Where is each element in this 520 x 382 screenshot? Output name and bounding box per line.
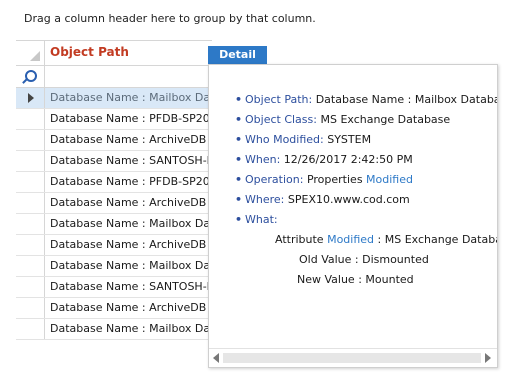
scroll-right-icon[interactable] (485, 353, 491, 363)
row-selector[interactable] (16, 172, 45, 192)
row-selector[interactable] (16, 109, 45, 129)
bullet: • (235, 153, 243, 166)
operation-modified: Modified (366, 173, 413, 186)
object-path-value: Database Name : Mailbox Database (315, 93, 497, 106)
where-value: SPEX10.www.cod.com (287, 193, 410, 206)
row-selector[interactable] (16, 193, 45, 213)
table-row[interactable]: Database Name : PFDB-SP2010 (16, 109, 212, 130)
row-selector[interactable] (16, 130, 45, 150)
bullet: • (235, 173, 243, 186)
old-value: Dismounted (362, 253, 429, 266)
new-value: Mounted (365, 273, 414, 286)
attribute-modified: Modified (327, 233, 375, 246)
table-row[interactable]: Database Name : SANTOSH-IT (16, 277, 212, 298)
object-path-cell: Database Name : Mailbox Database (50, 217, 210, 230)
object-path-cell: Database Name : PFDB-SP2010 (50, 112, 210, 125)
who-modified-line: • Who Modified: SYSTEM (235, 133, 371, 146)
horizontal-scrollbar[interactable] (209, 348, 497, 367)
operation-label: Operation: (245, 173, 304, 186)
when-line: • When: 12/26/2017 2:42:50 PM (235, 153, 413, 166)
bullet: • (235, 93, 243, 106)
object-path-column-header[interactable]: Object Path (50, 45, 129, 59)
select-all-corner[interactable] (16, 41, 45, 65)
group-by-panel-hint: Drag a column header here to group by th… (24, 12, 316, 25)
who-modified-label: Who Modified: (245, 133, 324, 146)
attribute-value: : MS Exchange Database (377, 233, 497, 246)
what-line: • What: (235, 213, 278, 226)
old-value-line: Old Value : Dismounted (299, 253, 429, 266)
attribute-label: Attribute (275, 233, 324, 246)
row-selector[interactable] (16, 319, 45, 339)
table-row[interactable]: Database Name : Mailbox Database (16, 88, 212, 109)
filter-row (16, 65, 212, 88)
row-selector[interactable] (16, 256, 45, 276)
detail-content: • Object Path: Database Name : Mailbox Da… (209, 65, 497, 345)
grid-rows: Database Name : Mailbox Database Database… (16, 88, 212, 340)
who-modified-value: SYSTEM (327, 133, 372, 146)
bullet: • (235, 113, 243, 126)
attribute-line: Attribute Modified : MS Exchange Databas… (275, 233, 497, 246)
row-indicator-icon (28, 93, 34, 103)
object-path-label: Object Path: (245, 93, 313, 106)
detail-tab[interactable]: Detail (208, 46, 267, 64)
new-value-label: New Value : (297, 273, 362, 286)
object-path-cell: Database Name : Mailbox Database (50, 91, 210, 104)
what-label: What: (245, 213, 278, 226)
where-label: Where: (245, 193, 285, 206)
object-path-line: • Object Path: Database Name : Mailbox Da… (235, 93, 497, 106)
table-row[interactable]: Database Name : PFDB-SP2010 (16, 172, 212, 193)
object-path-cell: Database Name : Mailbox Database (50, 322, 210, 335)
row-selector[interactable] (16, 151, 45, 171)
bullet: • (235, 213, 243, 226)
row-selector[interactable] (16, 277, 45, 297)
filter-row-selector (16, 65, 45, 87)
table-row[interactable]: Database Name : ArchiveDB (16, 193, 212, 214)
scroll-left-icon[interactable] (213, 353, 219, 363)
bullet: • (235, 193, 243, 206)
object-path-cell: Database Name : ArchiveDB (50, 196, 207, 209)
grid-header-row: Object Path (16, 40, 212, 66)
object-path-cell: Database Name : SANTOSH-IT (50, 154, 210, 167)
row-selector[interactable] (16, 88, 45, 108)
table-row[interactable]: Database Name : SANTOSH-IT (16, 151, 212, 172)
where-line: • Where: SPEX10.www.cod.com (235, 193, 410, 206)
object-path-cell: Database Name : Mailbox Database (50, 259, 210, 272)
operation-value: Properties (306, 173, 363, 186)
object-path-cell: Database Name : ArchiveDB (50, 301, 207, 314)
table-row[interactable]: Database Name : Mailbox Database (16, 319, 212, 340)
object-path-cell: Database Name : ArchiveDB (50, 238, 207, 251)
object-class-label: Object Class: (245, 113, 317, 126)
new-value-line: New Value : Mounted (297, 273, 414, 286)
row-selector[interactable] (16, 214, 45, 234)
table-row[interactable]: Database Name : Mailbox Database (16, 214, 212, 235)
object-class-line: • Object Class: MS Exchange Database (235, 113, 450, 126)
detail-panel: • Object Path: Database Name : Mailbox Da… (208, 64, 498, 368)
object-path-cell: Database Name : SANTOSH-IT (50, 280, 210, 293)
operation-line: • Operation: Properties Modified (235, 173, 413, 186)
search-icon (25, 70, 37, 82)
table-row[interactable]: Database Name : Mailbox Database (16, 256, 212, 277)
when-value: 12/26/2017 2:42:50 PM (283, 153, 413, 166)
table-row[interactable]: Database Name : ArchiveDB (16, 235, 212, 256)
bullet: • (235, 133, 243, 146)
object-class-value: MS Exchange Database (320, 113, 451, 126)
table-row[interactable]: Database Name : ArchiveDB (16, 298, 212, 319)
row-selector[interactable] (16, 298, 45, 318)
object-path-cell: Database Name : ArchiveDB (50, 133, 207, 146)
object-path-cell: Database Name : PFDB-SP2010 (50, 175, 210, 188)
row-selector[interactable] (16, 235, 45, 255)
table-row[interactable]: Database Name : ArchiveDB (16, 130, 212, 151)
scroll-thumb[interactable] (223, 353, 481, 363)
when-label: When: (245, 153, 281, 166)
audit-grid: Object Path Database Name : Mailbox Data… (16, 40, 212, 340)
old-value-label: Old Value : (299, 253, 359, 266)
